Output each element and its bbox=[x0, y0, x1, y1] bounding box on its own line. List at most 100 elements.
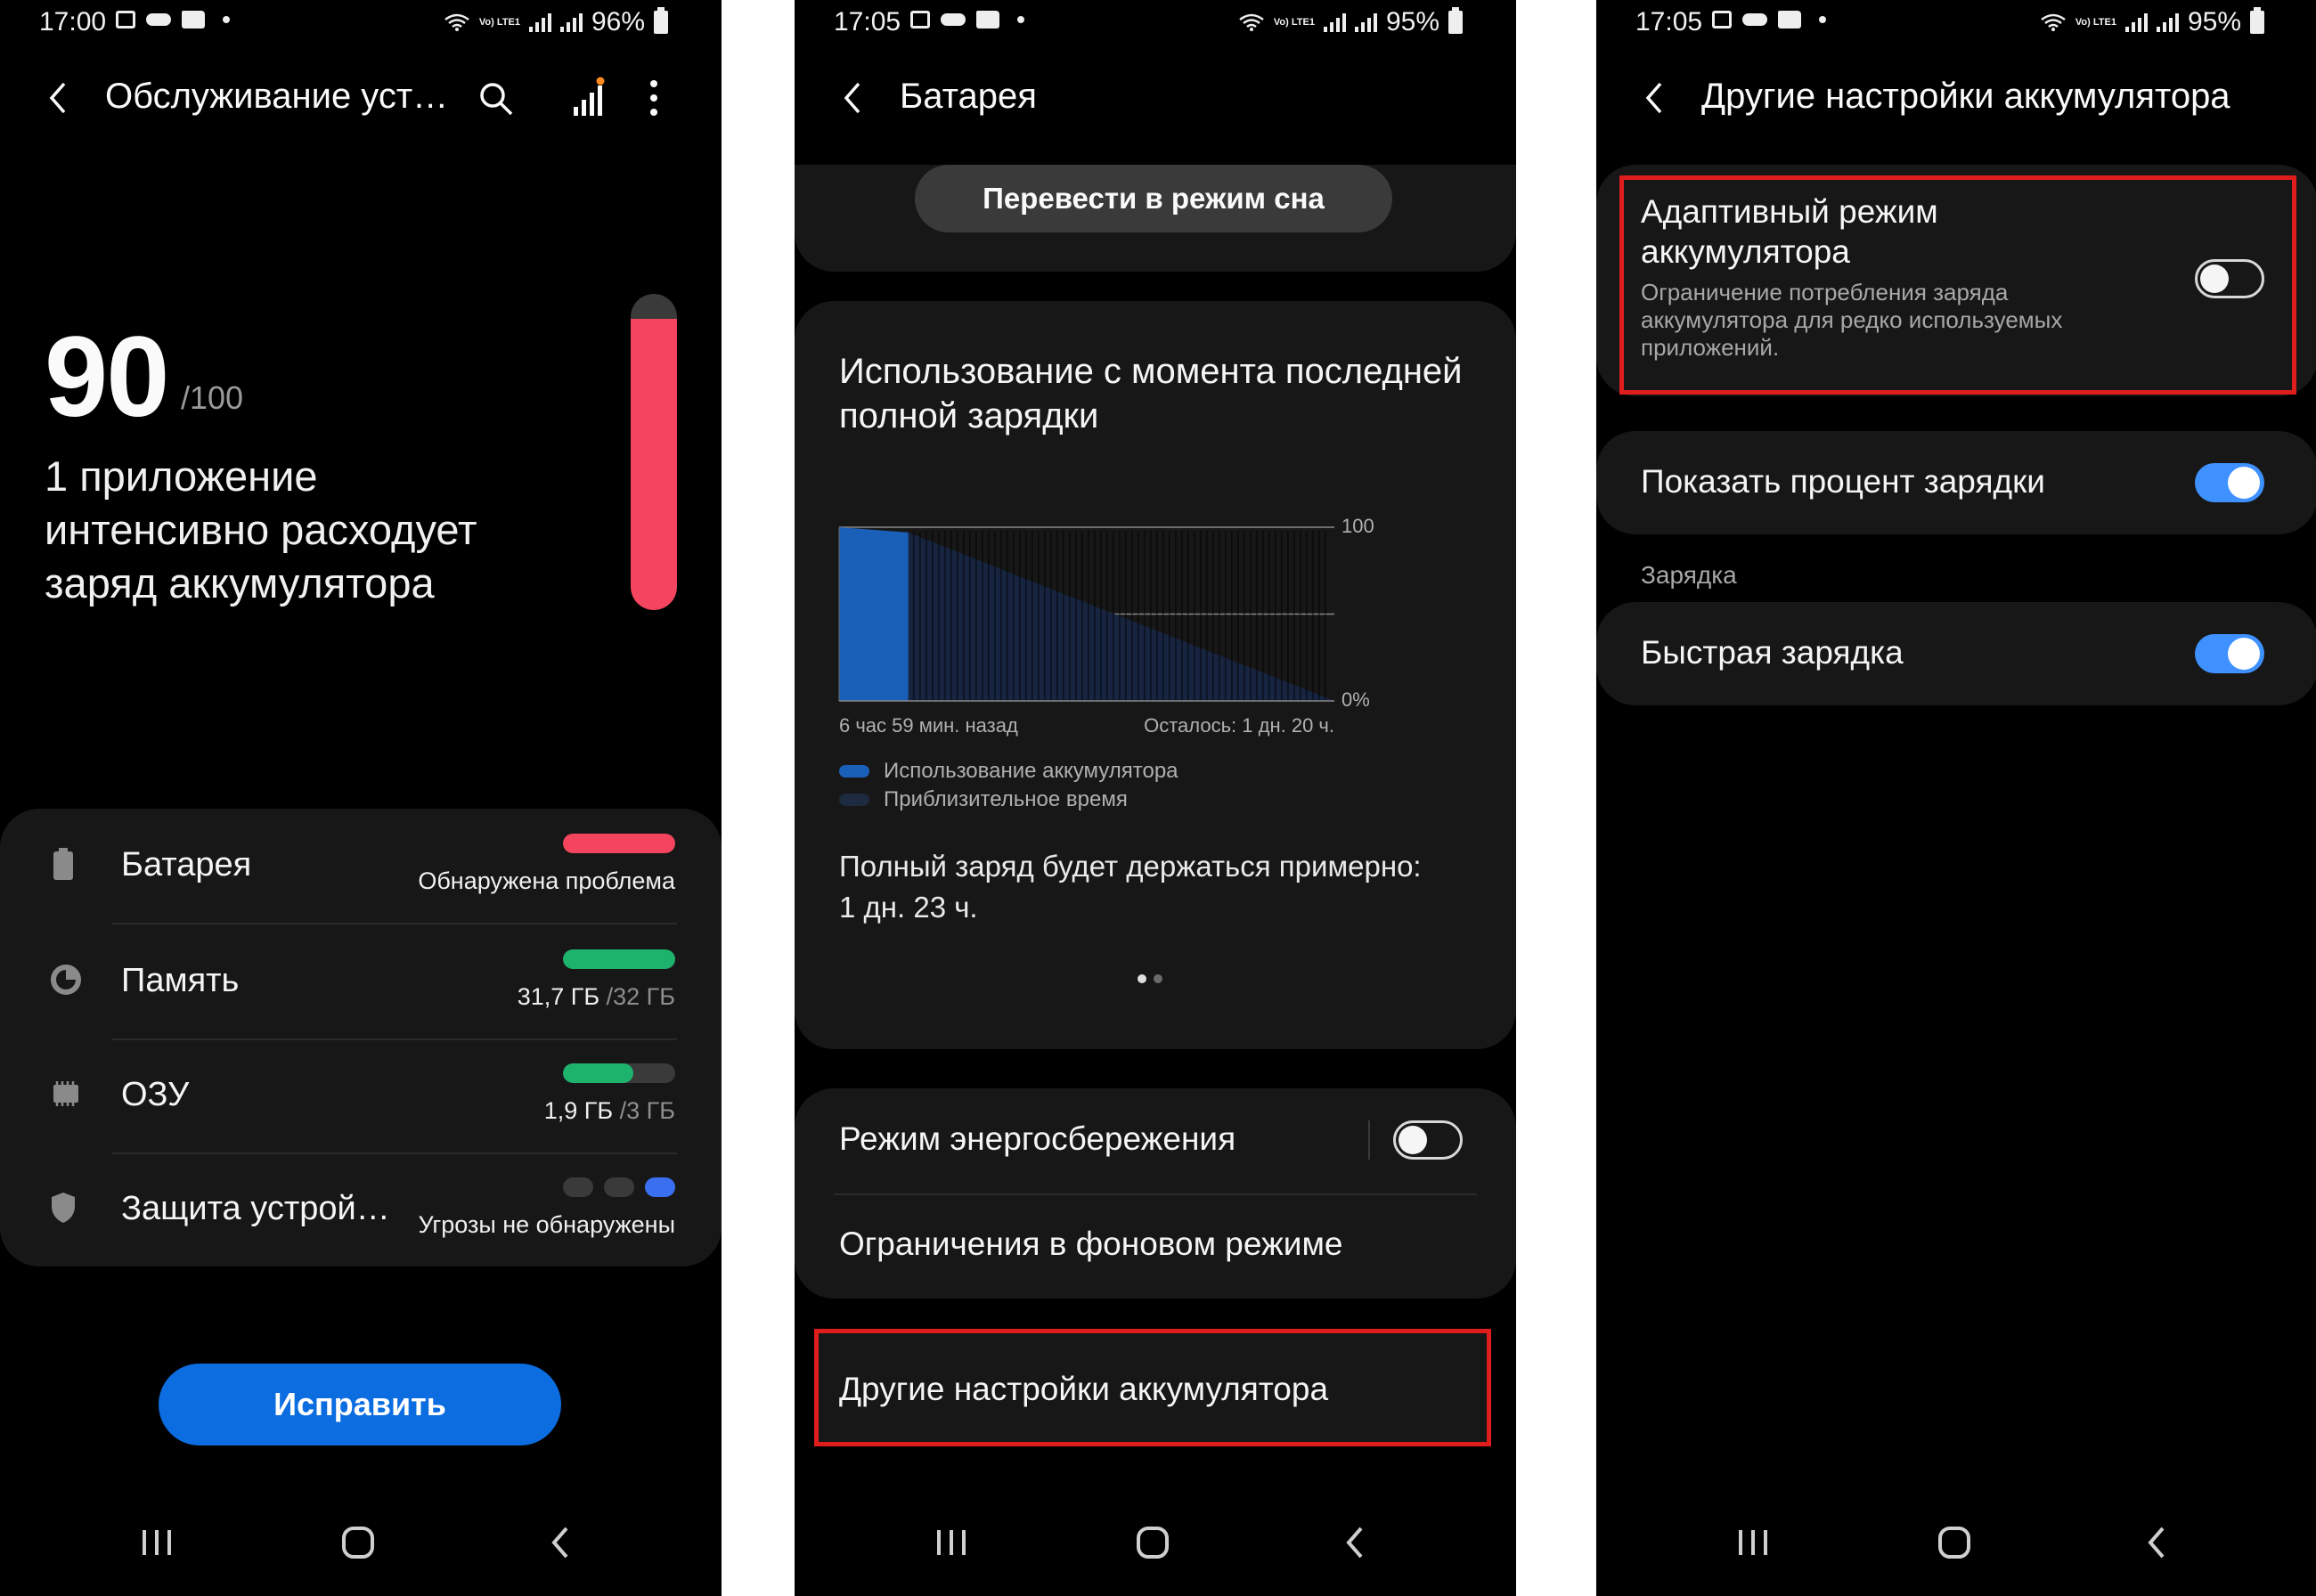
recents-icon[interactable] bbox=[925, 1516, 978, 1569]
chart-y-tick: 100 bbox=[1341, 515, 1374, 537]
adaptive-battery-desc: Ограничение потребления заряда аккумулят… bbox=[1641, 279, 2063, 361]
toggle-knob bbox=[2228, 638, 2260, 670]
home-icon[interactable] bbox=[1126, 1516, 1179, 1569]
device-care-screen: 17:00 Vo) LTE1 96% Обслуживание уст… 90 … bbox=[0, 0, 722, 1596]
list-item-status: 31,7 ГБ /32 ГБ bbox=[518, 983, 675, 1011]
legend-swatch bbox=[839, 765, 869, 778]
notification-dot-icon bbox=[1017, 16, 1024, 23]
cloud-icon bbox=[941, 13, 966, 26]
ram-bar-fill bbox=[563, 1063, 634, 1083]
recents-icon[interactable] bbox=[130, 1516, 183, 1569]
storage-pie-icon bbox=[51, 965, 81, 995]
gallery-icon bbox=[116, 11, 135, 28]
sleep-button[interactable]: Перевести в режим сна bbox=[915, 165, 1392, 232]
cloud-icon bbox=[1742, 13, 1767, 26]
legend-label: Использование аккумулятора bbox=[884, 759, 1178, 783]
more-vert-icon[interactable] bbox=[647, 78, 661, 118]
care-message: 1 приложение интенсивно расходует заряд … bbox=[45, 452, 477, 607]
background-limits-item[interactable]: Ограничения в фоновом режиме bbox=[839, 1226, 1342, 1263]
full-charge-value: 1 дн. 23 ч. bbox=[839, 891, 978, 924]
fast-charge-label: Быстрая зарядка bbox=[1641, 634, 1904, 671]
app-header: Другие настройки аккумулятора bbox=[1596, 64, 2316, 135]
care-score-max: /100 bbox=[181, 379, 244, 416]
folder-icon bbox=[182, 11, 205, 28]
legend-item: Использование аккумулятора bbox=[839, 759, 1178, 784]
usage-chart bbox=[838, 526, 1334, 702]
back-icon[interactable] bbox=[1329, 1516, 1382, 1569]
chart-series-usage bbox=[839, 527, 909, 701]
battery-percent: 95% bbox=[1385, 7, 1439, 37]
more-battery-settings-label: Другие настройки аккумулятора bbox=[839, 1371, 1329, 1407]
recents-icon[interactable] bbox=[1726, 1516, 1780, 1569]
list-item-ram[interactable]: ОЗУ 1,9 ГБ /3 ГБ bbox=[0, 1038, 722, 1152]
power-saving-label[interactable]: Режим энергосбережения bbox=[839, 1120, 1235, 1158]
back-arrow-icon[interactable] bbox=[1637, 80, 1673, 116]
divider bbox=[1368, 1120, 1370, 1160]
power-saving-toggle[interactable] bbox=[1393, 1120, 1463, 1160]
list-item-status: Угрозы не обнаружены bbox=[418, 1211, 675, 1239]
page-title: Обслуживание уст… bbox=[105, 77, 449, 116]
battery-screen: 17:05 Vo) LTE1 95% Батарея Перевести в р… bbox=[795, 0, 1516, 1596]
back-arrow-icon[interactable] bbox=[41, 80, 77, 116]
back-icon[interactable] bbox=[534, 1516, 588, 1569]
app-header: Обслуживание уст… bbox=[0, 64, 722, 135]
status-time: 17:05 bbox=[834, 7, 901, 37]
status-time: 17:00 bbox=[39, 7, 107, 37]
adaptive-battery-title: Адаптивный режим аккумулятора bbox=[1641, 193, 1938, 270]
security-dot bbox=[645, 1177, 675, 1197]
page-indicator bbox=[1138, 974, 1162, 983]
list-item-label: Защита устрой… bbox=[121, 1190, 390, 1227]
chart-series-estimate bbox=[908, 532, 1334, 701]
signal-icon bbox=[2156, 12, 2179, 32]
gallery-icon bbox=[910, 11, 930, 28]
sleep-card: Перевести в режим сна bbox=[795, 165, 1516, 272]
more-battery-settings-item[interactable]: Другие настройки аккумулятора bbox=[814, 1329, 1491, 1446]
signal-icon bbox=[528, 12, 551, 32]
security-dot bbox=[563, 1177, 593, 1197]
battery-status-fill bbox=[563, 834, 675, 853]
ram-total: /3 ГБ bbox=[613, 1097, 675, 1124]
wifi-icon bbox=[444, 13, 469, 31]
list-item-label: Батарея bbox=[121, 846, 252, 884]
ram-used: 1,9 ГБ bbox=[543, 1097, 614, 1124]
folder-icon bbox=[976, 11, 999, 28]
usage-card: Использование с момента последней полной… bbox=[795, 301, 1516, 1049]
status-bar: 17:05 Vo) LTE1 95% bbox=[1596, 0, 2316, 46]
signal-icon bbox=[1354, 12, 1377, 32]
battery-icon bbox=[2250, 7, 2264, 34]
search-icon[interactable] bbox=[477, 80, 515, 118]
fix-button[interactable]: Исправить bbox=[159, 1364, 561, 1445]
list-item-battery[interactable]: Батарея Обнаружена проблема bbox=[0, 809, 722, 923]
notification-dot-icon bbox=[1819, 16, 1826, 23]
toggle-knob bbox=[1399, 1126, 1427, 1154]
ram-bar bbox=[563, 1063, 675, 1083]
list-item-status: 1,9 ГБ /3 ГБ bbox=[544, 1097, 675, 1125]
nav-bar bbox=[795, 1498, 1516, 1596]
page-dot bbox=[1154, 974, 1162, 983]
signal-icon bbox=[2124, 12, 2148, 32]
back-icon[interactable] bbox=[2131, 1516, 2184, 1569]
fast-charge-card[interactable]: Быстрая зарядка bbox=[1596, 602, 2316, 705]
fast-charge-toggle[interactable] bbox=[2195, 634, 2264, 673]
stats-icon[interactable] bbox=[570, 77, 606, 118]
storage-bar-fill bbox=[563, 949, 675, 969]
security-dot bbox=[604, 1177, 634, 1197]
storage-bar bbox=[563, 949, 675, 969]
show-percent-toggle[interactable] bbox=[2195, 463, 2264, 502]
cloud-icon bbox=[146, 13, 171, 26]
back-arrow-icon[interactable] bbox=[836, 80, 871, 116]
list-item-storage[interactable]: Память 31,7 ГБ /32 ГБ bbox=[0, 924, 722, 1038]
battery-percent: 95% bbox=[2187, 7, 2241, 37]
adaptive-battery-card[interactable]: Адаптивный режим аккумулятора Ограничени… bbox=[1596, 165, 2316, 396]
adaptive-battery-toggle[interactable] bbox=[2195, 259, 2264, 298]
list-item-security[interactable]: Защита устрой… Угрозы не обнаружены bbox=[0, 1152, 722, 1266]
nav-bar bbox=[1596, 1498, 2316, 1596]
more-battery-settings-screen: 17:05 Vo) LTE1 95% Другие настройки акку… bbox=[1596, 0, 2316, 1596]
home-icon[interactable] bbox=[331, 1516, 385, 1569]
folder-icon bbox=[1778, 11, 1801, 28]
device-care-list: Батарея Обнаружена проблема Память 31,7 … bbox=[0, 809, 722, 1266]
storage-total: /32 ГБ bbox=[599, 983, 675, 1010]
home-icon[interactable] bbox=[1928, 1516, 1981, 1569]
show-percent-card[interactable]: Показать процент зарядки bbox=[1596, 431, 2316, 534]
battery-status-bar bbox=[563, 834, 675, 853]
